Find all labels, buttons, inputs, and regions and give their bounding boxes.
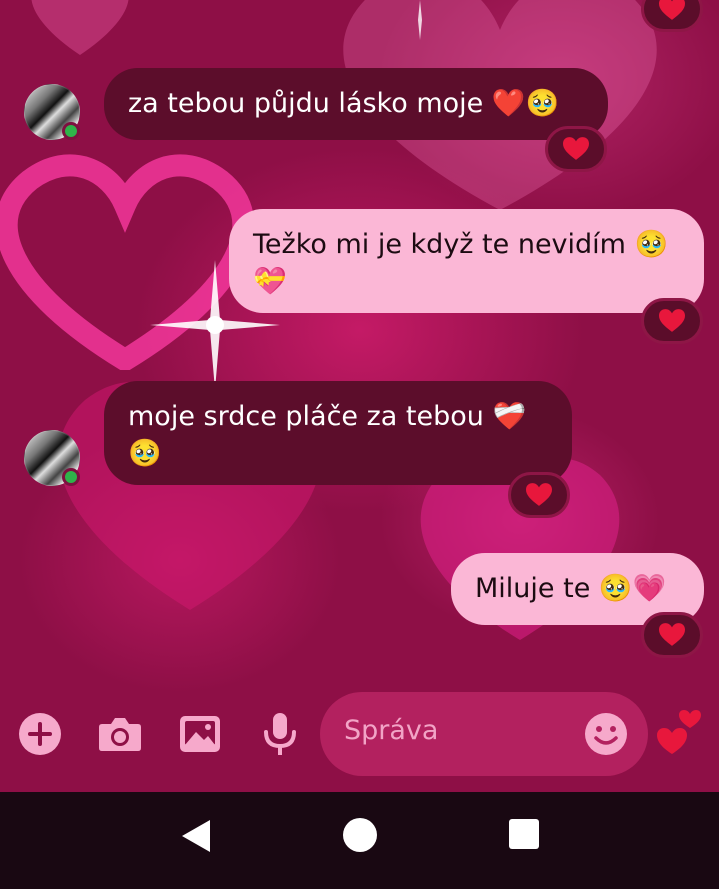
message-text: za tebou půjdu lásko moje ❤️🥹 <box>128 88 560 119</box>
message-bubble-incoming[interactable]: moje srdce pláče za tebou ❤️‍🩹 🥹 <box>104 381 572 485</box>
reaction-pill[interactable] <box>508 472 570 518</box>
message-bubble-incoming[interactable]: za tebou půjdu lásko moje ❤️🥹 <box>104 68 608 140</box>
heart-icon <box>526 483 552 506</box>
reaction-pill[interactable] <box>641 0 703 32</box>
message-text: moje srdce pláče za tebou ❤️‍🩹 🥹 <box>128 401 527 469</box>
message-text: Težko mi je když te nevidím 🥹 💝 <box>253 229 669 297</box>
reaction-pill[interactable] <box>545 126 607 172</box>
sparkle-decoration <box>418 0 422 40</box>
heart-icon <box>659 0 685 20</box>
online-status-indicator <box>62 468 80 486</box>
back-icon[interactable] <box>178 818 214 854</box>
camera-icon[interactable] <box>96 710 144 758</box>
home-icon[interactable] <box>342 817 378 853</box>
message-text: Miluje te 🥹💗 <box>475 573 667 604</box>
microphone-icon[interactable] <box>256 710 304 758</box>
recents-icon[interactable] <box>508 818 540 850</box>
heart-icon <box>563 137 589 160</box>
heart-icon <box>659 623 685 646</box>
double-heart-icon[interactable] <box>654 706 706 758</box>
background-heart-decoration <box>0 154 255 370</box>
message-bubble-outgoing[interactable]: Težko mi je když te nevidím 🥹 💝 <box>229 209 704 313</box>
add-icon[interactable] <box>16 710 64 758</box>
smile-icon[interactable] <box>582 710 630 758</box>
reaction-pill[interactable] <box>641 298 703 344</box>
reaction-pill[interactable] <box>641 612 703 658</box>
heart-icon <box>659 309 685 332</box>
chat-area: za tebou půjdu lásko moje ❤️🥹 Težko mi j… <box>0 0 719 792</box>
system-navigation-bar <box>0 792 719 889</box>
message-input-placeholder: Správa <box>344 715 439 746</box>
online-status-indicator <box>62 122 80 140</box>
background-heart-decoration <box>31 0 129 55</box>
image-icon[interactable] <box>176 710 224 758</box>
